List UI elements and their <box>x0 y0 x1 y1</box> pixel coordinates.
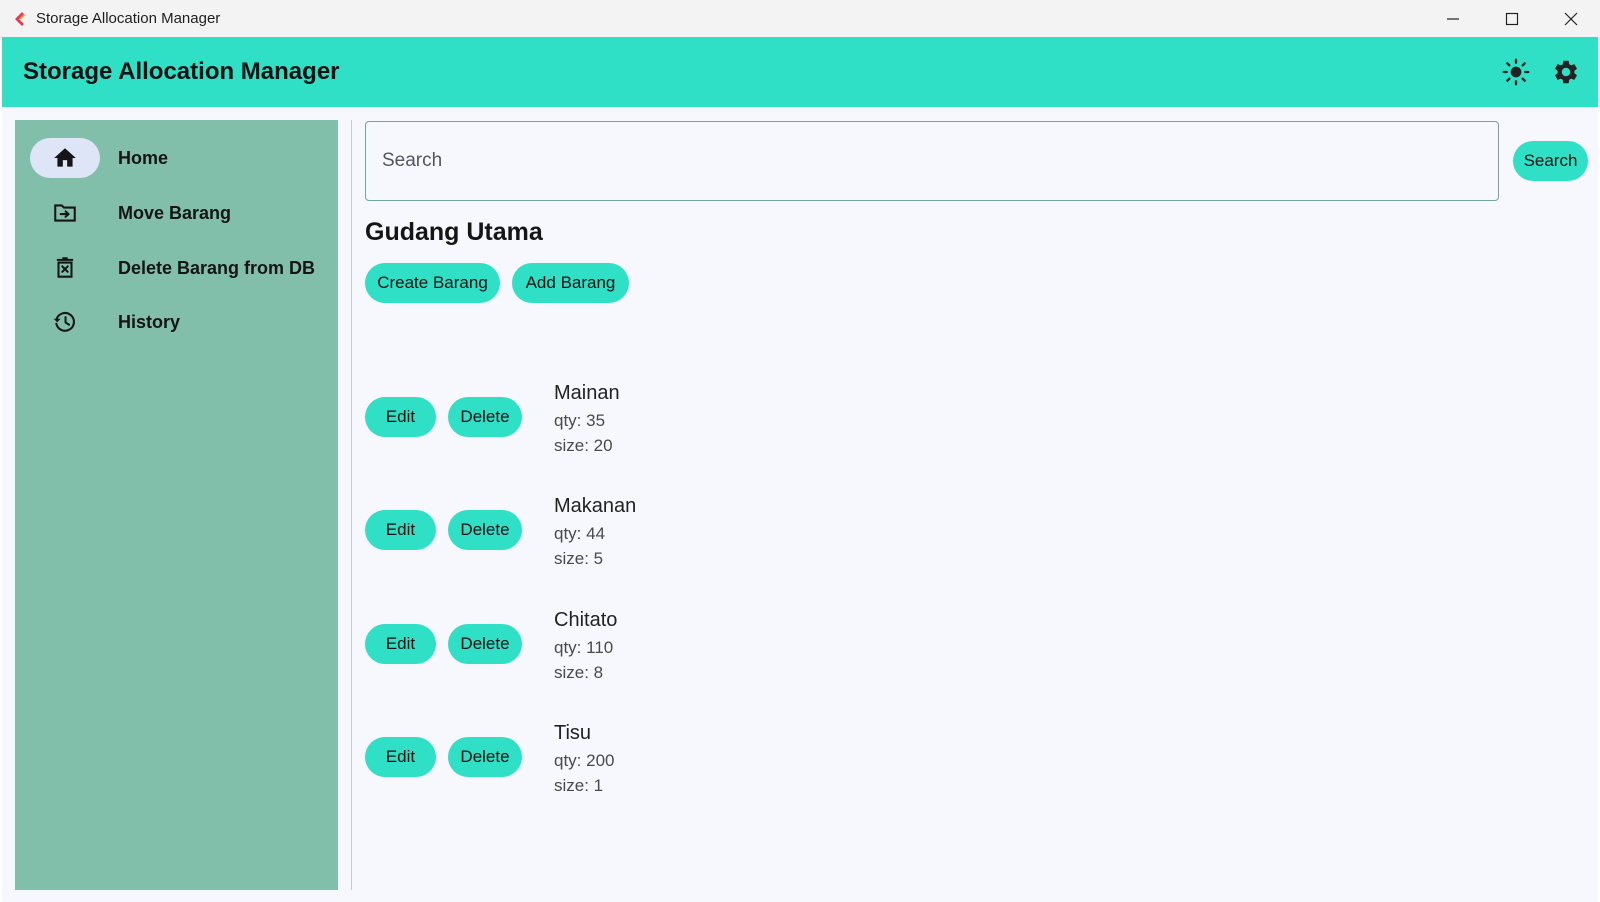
history-icon <box>53 312 75 332</box>
edit-button[interactable]: Edit <box>365 510 436 550</box>
item-qty: qty: 44 <box>554 524 606 543</box>
sidebar-item-label: History <box>118 311 181 332</box>
search-button[interactable]: Search <box>1513 141 1588 181</box>
folder-move-icon <box>54 204 76 222</box>
sidebar-item-move-barang[interactable]: Move Barang <box>30 193 330 233</box>
item-size: size: 8 <box>554 663 604 682</box>
item-size: size: 20 <box>554 436 613 455</box>
item-qty: qty: 110 <box>554 638 614 657</box>
window-title: Storage Allocation Manager <box>36 10 221 27</box>
delete-icon <box>56 257 74 278</box>
theme-toggle-button[interactable] <box>1494 50 1538 94</box>
sidebar-item-label: Home <box>118 147 169 168</box>
sidebar-item-delete-barang-indicator <box>30 248 100 288</box>
sidebar-item-move-barang-indicator <box>30 193 100 233</box>
sidebar-item-history[interactable]: History <box>30 302 330 342</box>
app-bar-title: Storage Allocation Manager <box>23 58 340 85</box>
gear-icon <box>1555 60 1577 84</box>
settings-button[interactable] <box>1544 50 1588 94</box>
window-controls <box>1423 0 1600 37</box>
item-name: Tisu <box>554 722 592 744</box>
item-name: Makanan <box>554 495 637 517</box>
maximize-icon <box>1505 12 1518 25</box>
sidebar-item-delete-barang[interactable]: Delete Barang from DB <box>30 248 330 288</box>
sidebar-item-history-indicator <box>30 302 100 342</box>
delete-button[interactable]: Delete <box>448 737 522 777</box>
sidebar-item-home-indicator <box>30 138 100 178</box>
sidebar-item-home[interactable]: Home <box>30 138 330 178</box>
window-titlebar: Storage Allocation Manager <box>0 0 1600 38</box>
item-size: size: 5 <box>554 549 604 568</box>
app-bar-actions <box>1488 37 1588 107</box>
delete-button[interactable]: Delete <box>448 510 522 550</box>
item-size: size: 1 <box>554 776 604 795</box>
create-barang-button[interactable]: Create Barang <box>365 263 500 303</box>
search-input[interactable] <box>365 121 1499 201</box>
minimize-button[interactable] <box>1423 0 1482 37</box>
item-name: Mainan <box>554 382 620 404</box>
edit-button[interactable]: Edit <box>365 624 436 664</box>
delete-button[interactable]: Delete <box>448 624 522 664</box>
app-logo-icon <box>15 11 25 26</box>
delete-button[interactable]: Delete <box>448 397 522 437</box>
close-icon <box>1564 12 1577 25</box>
home-icon <box>54 148 76 167</box>
warehouse-title: Gudang Utama <box>365 218 543 246</box>
sidebar-item-label: Move Barang <box>118 202 232 223</box>
brightness-icon <box>1502 58 1530 86</box>
item-qty: qty: 200 <box>554 751 615 770</box>
sidebar-item-label: Delete Barang from DB <box>118 257 316 278</box>
close-button[interactable] <box>1541 0 1600 37</box>
item-qty: qty: 35 <box>554 411 606 430</box>
item-name: Chitato <box>554 609 618 631</box>
sidebar: Home Move Barang Delete Barang from DB H… <box>15 120 338 890</box>
minimize-icon <box>1446 17 1459 20</box>
maximize-button[interactable] <box>1482 0 1541 37</box>
edit-button[interactable]: Edit <box>365 737 436 777</box>
add-barang-button[interactable]: Add Barang <box>512 263 629 303</box>
app-bar: Storage Allocation Manager <box>2 37 1598 107</box>
sidebar-divider <box>351 120 352 890</box>
edit-button[interactable]: Edit <box>365 397 436 437</box>
